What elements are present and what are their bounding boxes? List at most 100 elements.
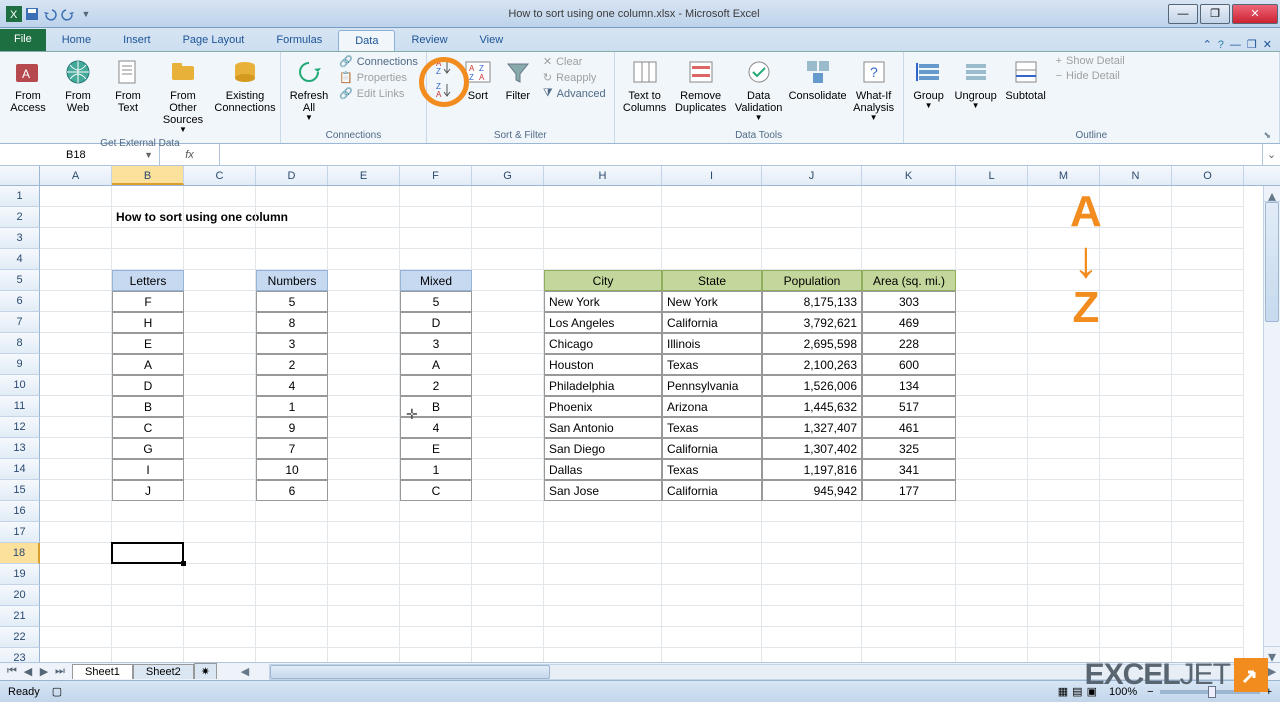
formula-input[interactable] [220, 144, 1262, 165]
cell-M8[interactable] [1028, 333, 1100, 354]
cell-C2[interactable] [184, 207, 256, 228]
expand-formula-icon[interactable]: ⌄ [1262, 144, 1280, 165]
cell-I17[interactable] [662, 522, 762, 543]
active-cell[interactable] [111, 542, 184, 564]
cell-D2[interactable] [256, 207, 328, 228]
tab-review[interactable]: Review [395, 30, 463, 51]
cell-K1[interactable] [862, 186, 956, 207]
cell-A3[interactable] [40, 228, 112, 249]
cell-J4[interactable] [762, 249, 862, 270]
cell-A11[interactable] [40, 396, 112, 417]
cell-O22[interactable] [1172, 627, 1244, 648]
redo-icon[interactable] [60, 6, 76, 22]
cell-K19[interactable] [862, 564, 956, 585]
cell-K13[interactable]: 325 [862, 438, 956, 459]
cell-E14[interactable] [328, 459, 400, 480]
cell-O16[interactable] [1172, 501, 1244, 522]
maximize-button[interactable]: ❐ [1200, 4, 1230, 24]
advanced-filter-item[interactable]: ⧩Advanced [539, 86, 610, 101]
cell-C20[interactable] [184, 585, 256, 606]
tab-insert[interactable]: Insert [107, 30, 167, 51]
cell-C18[interactable] [184, 543, 256, 564]
cell-H18[interactable] [544, 543, 662, 564]
cell-A20[interactable] [40, 585, 112, 606]
cell-B11[interactable]: B [112, 396, 184, 417]
cell-B12[interactable]: C [112, 417, 184, 438]
cell-G2[interactable] [472, 207, 544, 228]
cell-J13[interactable]: 1,307,402 [762, 438, 862, 459]
from-other-button[interactable]: From Other Sources▼ [154, 54, 212, 137]
cell-A16[interactable] [40, 501, 112, 522]
cell-J3[interactable] [762, 228, 862, 249]
cell-O2[interactable] [1172, 207, 1244, 228]
row-header-6[interactable]: 6 [0, 291, 40, 312]
cell-B6[interactable]: F [112, 291, 184, 312]
cell-L13[interactable] [956, 438, 1028, 459]
minimize-button[interactable]: — [1168, 4, 1198, 24]
cell-L20[interactable] [956, 585, 1028, 606]
cell-J23[interactable] [762, 648, 862, 662]
row-header-4[interactable]: 4 [0, 249, 40, 270]
cell-G19[interactable] [472, 564, 544, 585]
col-header-C[interactable]: C [184, 166, 256, 185]
cell-H3[interactable] [544, 228, 662, 249]
cell-E4[interactable] [328, 249, 400, 270]
cell-F5[interactable]: Mixed [400, 270, 472, 291]
window-restore-icon[interactable]: ❐ [1247, 38, 1257, 51]
col-header-O[interactable]: O [1172, 166, 1244, 185]
cell-D9[interactable]: 2 [256, 354, 328, 375]
row-header-9[interactable]: 9 [0, 354, 40, 375]
cell-N14[interactable] [1100, 459, 1172, 480]
cell-K2[interactable] [862, 207, 956, 228]
cell-K6[interactable]: 303 [862, 291, 956, 312]
cell-F20[interactable] [400, 585, 472, 606]
tab-view[interactable]: View [464, 30, 520, 51]
cell-B5[interactable]: Letters [112, 270, 184, 291]
cell-D22[interactable] [256, 627, 328, 648]
cell-C11[interactable] [184, 396, 256, 417]
cell-O8[interactable] [1172, 333, 1244, 354]
cell-C7[interactable] [184, 312, 256, 333]
cell-A21[interactable] [40, 606, 112, 627]
cell-O15[interactable] [1172, 480, 1244, 501]
col-header-J[interactable]: J [762, 166, 862, 185]
cell-B14[interactable]: I [112, 459, 184, 480]
cell-D20[interactable] [256, 585, 328, 606]
cell-G1[interactable] [472, 186, 544, 207]
col-header-I[interactable]: I [662, 166, 762, 185]
cell-D7[interactable]: 8 [256, 312, 328, 333]
cell-J5[interactable]: Population [762, 270, 862, 291]
col-header-D[interactable]: D [256, 166, 328, 185]
cell-C12[interactable] [184, 417, 256, 438]
cell-L2[interactable] [956, 207, 1028, 228]
cell-A2[interactable] [40, 207, 112, 228]
cell-J9[interactable]: 2,100,263 [762, 354, 862, 375]
cell-L17[interactable] [956, 522, 1028, 543]
cell-A17[interactable] [40, 522, 112, 543]
cell-I7[interactable]: California [662, 312, 762, 333]
cell-D4[interactable] [256, 249, 328, 270]
cell-O10[interactable] [1172, 375, 1244, 396]
cell-A12[interactable] [40, 417, 112, 438]
cell-F18[interactable] [400, 543, 472, 564]
cell-M21[interactable] [1028, 606, 1100, 627]
cell-D10[interactable]: 4 [256, 375, 328, 396]
cell-O17[interactable] [1172, 522, 1244, 543]
cell-L4[interactable] [956, 249, 1028, 270]
cell-J18[interactable] [762, 543, 862, 564]
undo-icon[interactable] [42, 6, 58, 22]
consolidate-button[interactable]: Consolidate [789, 54, 847, 104]
cell-E12[interactable] [328, 417, 400, 438]
cell-C10[interactable] [184, 375, 256, 396]
col-header-M[interactable]: M [1028, 166, 1100, 185]
cell-M9[interactable] [1028, 354, 1100, 375]
col-header-A[interactable]: A [40, 166, 112, 185]
cell-E7[interactable] [328, 312, 400, 333]
cell-J8[interactable]: 2,695,598 [762, 333, 862, 354]
cell-D13[interactable]: 7 [256, 438, 328, 459]
cell-I11[interactable]: Arizona [662, 396, 762, 417]
cell-A15[interactable] [40, 480, 112, 501]
file-tab[interactable]: File [0, 29, 46, 51]
cell-N3[interactable] [1100, 228, 1172, 249]
cell-E9[interactable] [328, 354, 400, 375]
